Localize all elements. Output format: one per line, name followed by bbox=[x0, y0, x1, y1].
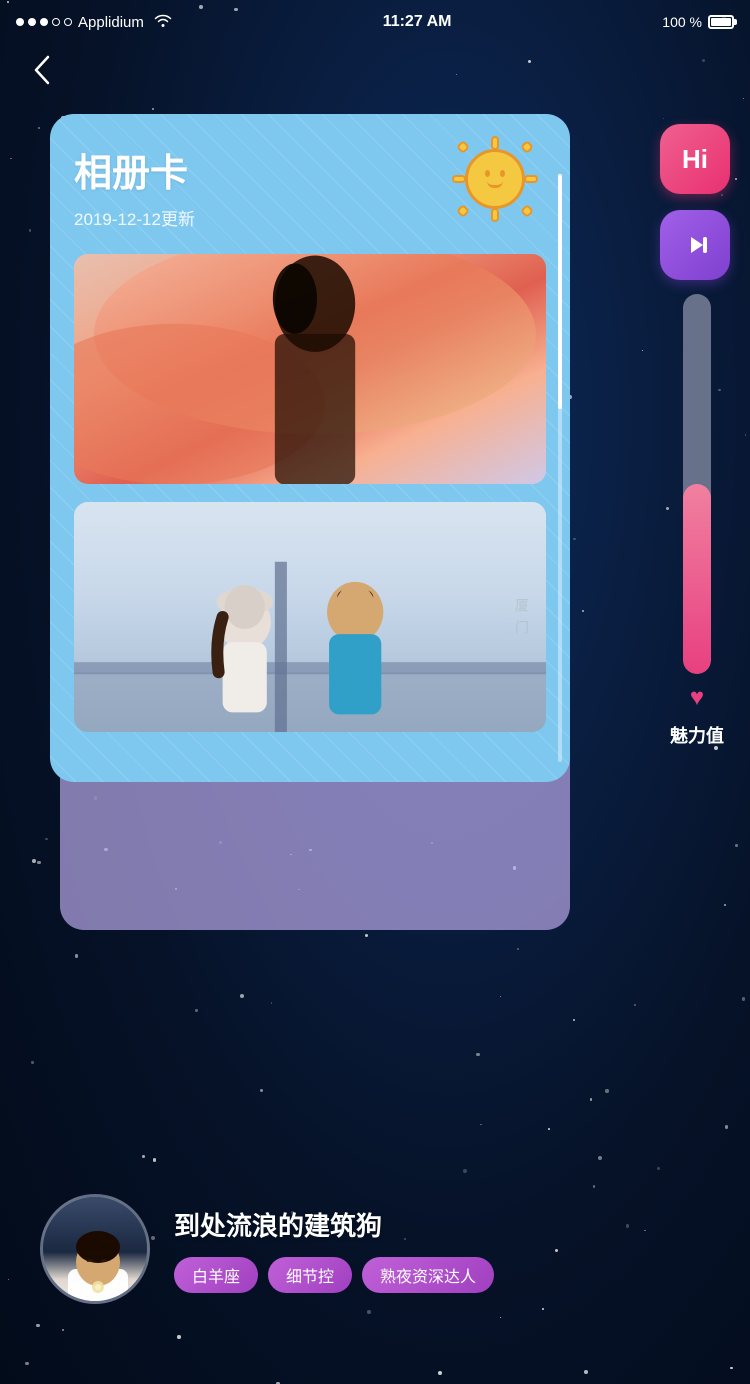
photo-2-svg bbox=[74, 502, 546, 732]
battery-fill bbox=[711, 18, 731, 26]
card-scrollbar[interactable] bbox=[558, 174, 562, 762]
battery-icon bbox=[708, 15, 734, 29]
photo-2: 厦 门 bbox=[74, 502, 546, 732]
sun-body bbox=[465, 149, 525, 209]
sun-decoration bbox=[450, 134, 540, 224]
play-button[interactable] bbox=[660, 210, 730, 280]
avatar bbox=[40, 1194, 150, 1304]
tag-2[interactable]: 熟夜资深达人 bbox=[362, 1257, 494, 1293]
tag-1[interactable]: 细节控 bbox=[268, 1257, 352, 1293]
hi-button[interactable]: Hi bbox=[660, 124, 730, 194]
sun-eye-left bbox=[485, 170, 490, 177]
main-content: 相册卡 2019-12-12更新 bbox=[0, 44, 750, 1384]
user-name: 到处流浪的建筑狗 bbox=[174, 1206, 710, 1243]
dot3 bbox=[40, 18, 48, 26]
sun-ray-top bbox=[491, 136, 499, 150]
avatar-inner bbox=[43, 1197, 147, 1301]
card-scrollbar-thumb bbox=[558, 174, 562, 409]
sun-ray-right bbox=[524, 175, 538, 183]
right-buttons: Hi bbox=[660, 124, 730, 280]
user-info: 到处流浪的建筑狗 白羊座 细节控 熟夜资深达人 bbox=[174, 1206, 710, 1293]
carrier-label: Applidium bbox=[78, 14, 144, 31]
time-display: 11:27 AM bbox=[383, 13, 452, 31]
photo-watermark: 厦 门 bbox=[512, 598, 532, 636]
back-button[interactable] bbox=[24, 52, 60, 88]
charm-heart-icon: ♥ bbox=[690, 684, 704, 712]
sun-emoji bbox=[450, 134, 540, 224]
dot5 bbox=[64, 18, 72, 26]
avatar-svg bbox=[43, 1197, 147, 1301]
photo-2-content: 厦 门 bbox=[74, 502, 546, 732]
battery-percent: 100 % bbox=[662, 14, 702, 30]
photo-1-svg bbox=[74, 254, 546, 484]
hi-label: Hi bbox=[682, 144, 708, 175]
play-icon bbox=[681, 231, 709, 259]
sun-ray-bottom bbox=[491, 208, 499, 222]
sun-eyes bbox=[485, 170, 505, 177]
sun-face bbox=[465, 149, 525, 209]
status-right: 100 % bbox=[662, 14, 734, 30]
meter-fill bbox=[683, 484, 711, 674]
photo-1 bbox=[74, 254, 546, 484]
status-left: Applidium bbox=[16, 13, 172, 31]
sun-mouth bbox=[487, 181, 503, 188]
sun-ray-left bbox=[452, 175, 466, 183]
status-bar: Applidium 11:27 AM 100 % bbox=[0, 0, 750, 44]
tag-0[interactable]: 白羊座 bbox=[174, 1257, 258, 1293]
wifi-icon bbox=[154, 13, 172, 31]
meter-track bbox=[683, 294, 711, 674]
user-tags: 白羊座 细节控 熟夜资深达人 bbox=[174, 1257, 710, 1293]
dot2 bbox=[28, 18, 36, 26]
charm-meter: ♥ 魅力值 bbox=[670, 294, 724, 748]
user-section: 到处流浪的建筑狗 白羊座 细节控 熟夜资深达人 bbox=[0, 1194, 750, 1304]
dot4 bbox=[52, 18, 60, 26]
album-card: 相册卡 2019-12-12更新 bbox=[50, 114, 570, 782]
signal-dots bbox=[16, 18, 72, 26]
charm-label: 魅力值 bbox=[670, 722, 724, 748]
card-wrapper: 相册卡 2019-12-12更新 bbox=[50, 114, 590, 782]
sun-eye-right bbox=[500, 170, 505, 177]
photo-1-content bbox=[74, 254, 546, 484]
dot1 bbox=[16, 18, 24, 26]
